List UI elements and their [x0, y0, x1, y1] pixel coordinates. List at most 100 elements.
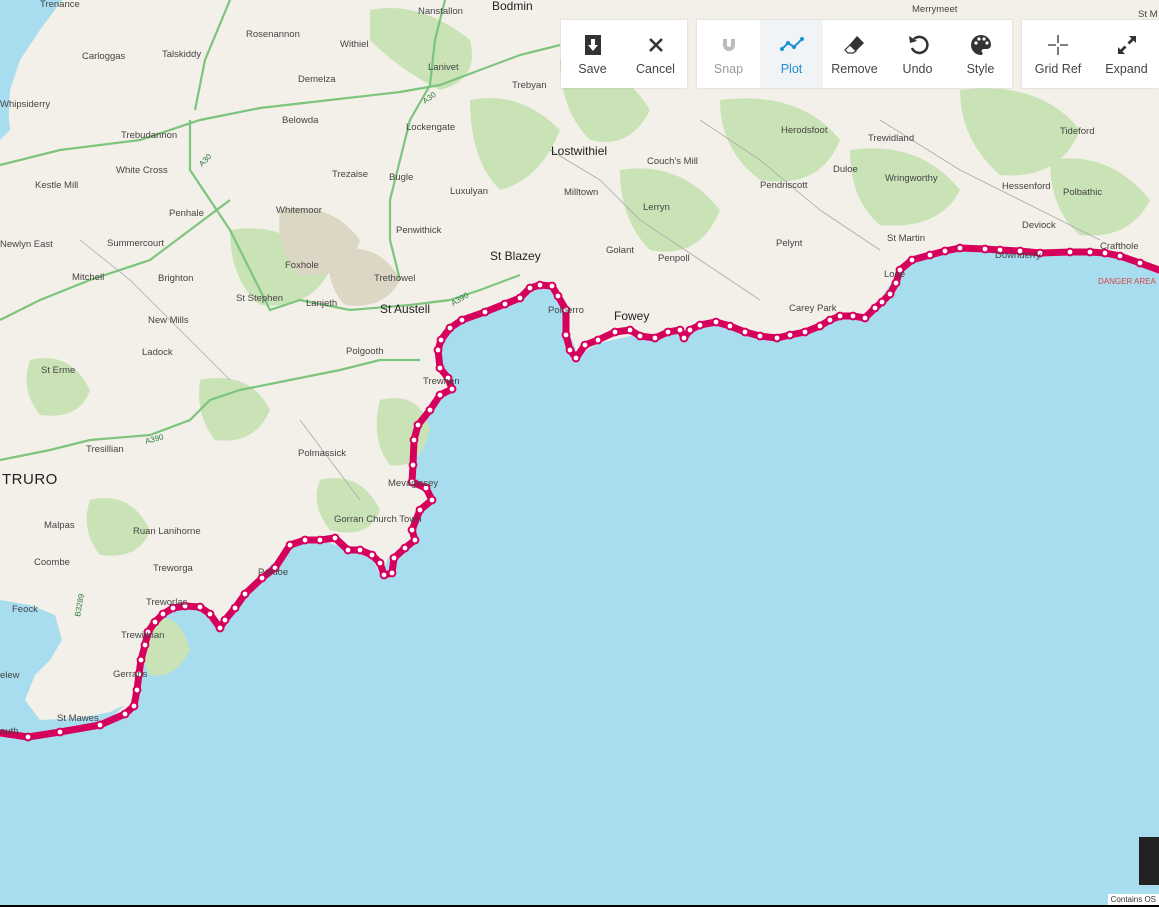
route-point[interactable]: [457, 315, 467, 325]
style-button[interactable]: Style: [949, 20, 1012, 88]
undo-button[interactable]: Undo: [886, 20, 949, 88]
route-point[interactable]: [230, 603, 240, 613]
route-point[interactable]: [925, 250, 935, 260]
route-point[interactable]: [663, 327, 673, 337]
route-point[interactable]: [635, 331, 645, 341]
route-point[interactable]: [561, 330, 571, 340]
route-point[interactable]: [1085, 247, 1095, 257]
route-point[interactable]: [427, 495, 437, 505]
map-scale-control[interactable]: [1139, 837, 1159, 885]
route-point[interactable]: [565, 345, 575, 355]
route-point[interactable]: [410, 535, 420, 545]
route-point[interactable]: [343, 545, 353, 555]
route-point[interactable]: [610, 327, 620, 337]
route-point[interactable]: [815, 321, 825, 331]
route-point[interactable]: [650, 333, 660, 343]
route-point[interactable]: [379, 570, 389, 580]
route-point[interactable]: [120, 709, 130, 719]
remove-button[interactable]: Remove: [823, 20, 886, 88]
route-point[interactable]: [885, 289, 895, 299]
map-canvas[interactable]: Trenance Nanstallon Bodmin Merrymeet St …: [0, 0, 1159, 907]
plot-button[interactable]: Plot: [760, 20, 823, 88]
route-point[interactable]: [725, 321, 735, 331]
route-point[interactable]: [593, 335, 603, 345]
route-point[interactable]: [580, 340, 590, 350]
route-point[interactable]: [755, 331, 765, 341]
route-point[interactable]: [772, 333, 782, 343]
route-point[interactable]: [553, 291, 563, 301]
route-point[interactable]: [515, 293, 525, 303]
route-point[interactable]: [389, 553, 399, 563]
label-st-stephen: St Stephen: [236, 293, 283, 304]
route-point[interactable]: [407, 525, 417, 535]
route-point[interactable]: [740, 327, 750, 337]
snap-button[interactable]: Snap: [697, 20, 760, 88]
route-point[interactable]: [220, 615, 230, 625]
route-point[interactable]: [800, 327, 810, 337]
expand-button[interactable]: Expand: [1094, 20, 1159, 88]
route-point[interactable]: [150, 617, 160, 627]
route-point[interactable]: [129, 701, 139, 711]
route-point[interactable]: [425, 405, 435, 415]
route-point[interactable]: [413, 420, 423, 430]
route-point[interactable]: [1115, 251, 1125, 261]
route-point[interactable]: [400, 543, 410, 553]
route-point[interactable]: [436, 335, 446, 345]
save-button[interactable]: Save: [561, 20, 624, 88]
route-point[interactable]: [433, 345, 443, 355]
label-luxulyan: Luxulyan: [450, 186, 488, 197]
route-point[interactable]: [679, 333, 689, 343]
route-point[interactable]: [1065, 247, 1075, 257]
route-point[interactable]: [685, 325, 695, 335]
route-point[interactable]: [367, 550, 377, 560]
route-point[interactable]: [158, 609, 168, 619]
route-point[interactable]: [835, 311, 845, 321]
route-point[interactable]: [240, 589, 250, 599]
cancel-button[interactable]: Cancel: [624, 20, 687, 88]
route-point[interactable]: [571, 353, 581, 363]
route-point[interactable]: [285, 540, 295, 550]
route-point[interactable]: [625, 325, 635, 335]
route-point[interactable]: [215, 623, 225, 633]
route-point[interactable]: [848, 311, 858, 321]
route-point[interactable]: [435, 363, 445, 373]
route-point[interactable]: [387, 568, 397, 578]
route-point[interactable]: [408, 460, 418, 470]
grid-ref-button[interactable]: Grid Ref: [1022, 20, 1094, 88]
route-point[interactable]: [695, 320, 705, 330]
route-point[interactable]: [877, 297, 887, 307]
route-point[interactable]: [907, 255, 917, 265]
route-point[interactable]: [711, 317, 721, 327]
route-point[interactable]: [675, 325, 685, 335]
route-point[interactable]: [409, 435, 419, 445]
route-point[interactable]: [315, 535, 325, 545]
route-point[interactable]: [785, 330, 795, 340]
route-point[interactable]: [825, 315, 835, 325]
route-point[interactable]: [132, 685, 142, 695]
route-point[interactable]: [330, 533, 340, 543]
route-point[interactable]: [1135, 258, 1145, 268]
route-point[interactable]: [525, 283, 535, 293]
route-point[interactable]: [136, 655, 146, 665]
route-point[interactable]: [891, 278, 901, 288]
route-point[interactable]: [415, 505, 425, 515]
route-point[interactable]: [860, 313, 870, 323]
route-point[interactable]: [195, 602, 205, 612]
route-point[interactable]: [955, 243, 965, 253]
route-point[interactable]: [445, 323, 455, 333]
route-point[interactable]: [300, 535, 310, 545]
route-point[interactable]: [435, 390, 445, 400]
route-point[interactable]: [140, 640, 150, 650]
route-point[interactable]: [500, 299, 510, 309]
route-point[interactable]: [205, 609, 215, 619]
route-point[interactable]: [547, 281, 557, 291]
route-point[interactable]: [23, 732, 33, 742]
route-point[interactable]: [940, 246, 950, 256]
route-point[interactable]: [870, 303, 880, 313]
route-point[interactable]: [355, 545, 365, 555]
route-point[interactable]: [480, 307, 490, 317]
route-point[interactable]: [980, 244, 990, 254]
route-point[interactable]: [535, 280, 545, 290]
route-point[interactable]: [375, 558, 385, 568]
route-point[interactable]: [55, 727, 65, 737]
